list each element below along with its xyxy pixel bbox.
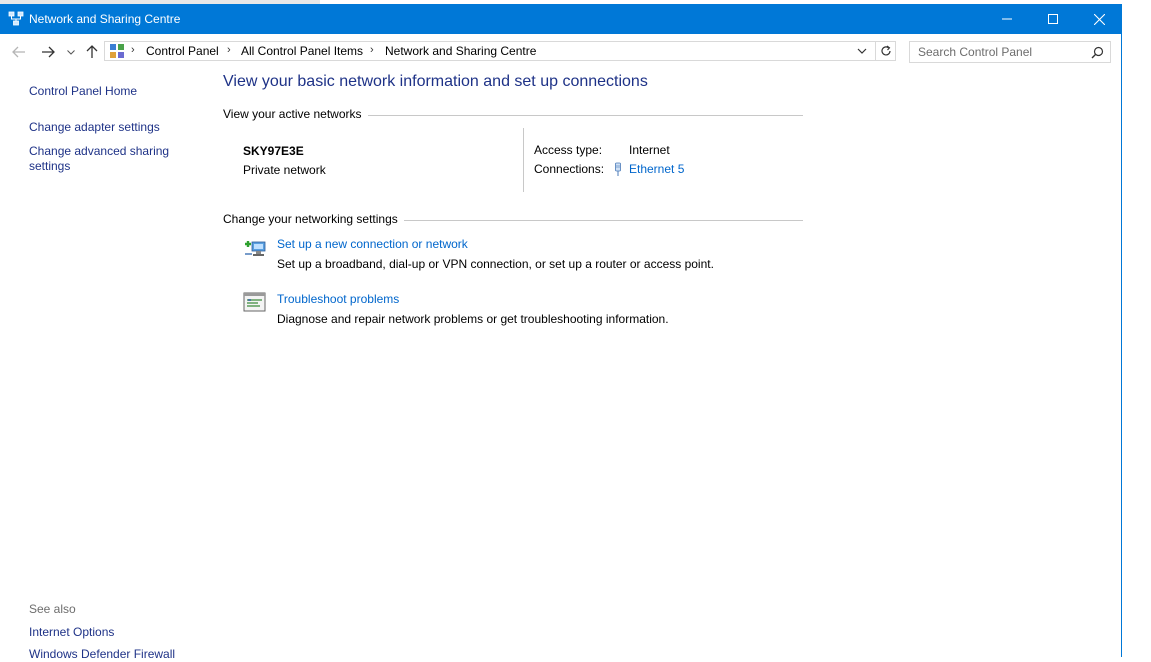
close-button[interactable] [1076,4,1122,34]
windows-defender-firewall-link[interactable]: Windows Defender Firewall [29,647,175,662]
search-placeholder: Search Control Panel [918,45,1033,59]
active-networks-heading: View your active networks [223,107,368,121]
breadcrumb-all-items[interactable]: All Control Panel Items [241,44,363,58]
connections-label: Connections: [534,162,605,176]
setup-connection-link[interactable]: Set up a new connection or network [277,237,468,251]
refresh-icon [880,45,891,56]
see-also-heading: See also [29,602,76,616]
navigation-bar: › Control Panel › All Control Panel Item… [0,34,1122,70]
setup-connection-description: Set up a broadband, dial-up or VPN conne… [277,257,714,271]
internet-options-link[interactable]: Internet Options [29,625,114,640]
change-adapter-settings-link[interactable]: Change adapter settings [29,120,160,135]
troubleshoot-link[interactable]: Troubleshoot problems [277,292,399,306]
arrow-right-icon [42,46,55,58]
minimize-icon [1002,18,1012,20]
vertical-divider [523,128,524,192]
up-button[interactable] [82,42,102,62]
chevron-down-icon [67,49,75,55]
breadcrumb-separator-icon[interactable]: › [370,44,374,56]
network-name: SKY97E3E [243,144,304,158]
page-title: View your basic network information and … [223,73,648,90]
access-type-value: Internet [629,143,670,157]
maximize-icon [1048,14,1058,24]
address-bar[interactable]: › Control Panel › All Control Panel Item… [104,41,876,61]
back-button[interactable] [9,42,29,62]
link-line-2: settings [29,159,71,173]
search-input[interactable]: Search Control Panel [909,41,1111,63]
change-advanced-sharing-link[interactable]: Change advanced sharing settings [29,144,169,174]
window-title: Network and Sharing Centre [29,12,181,26]
breadcrumb-control-panel[interactable]: Control Panel [146,44,219,58]
troubleshoot-icon [243,292,266,312]
link-line-1: Change advanced sharing [29,144,170,158]
ethernet-connection-link[interactable]: Ethernet 5 [629,162,684,176]
title-bar[interactable]: Network and Sharing Centre [0,4,1122,34]
chevron-down-icon[interactable] [857,45,867,57]
network-type: Private network [243,163,326,177]
network-sharing-window: Network and Sharing Centre › Control Pan… [0,4,1122,661]
breadcrumb-separator-icon[interactable]: › [227,44,231,56]
search-icon[interactable] [1091,46,1104,59]
access-type-label: Access type: [534,143,603,157]
ethernet-icon [615,162,621,176]
forward-button[interactable] [38,42,58,62]
arrow-up-icon [86,45,98,58]
minimize-button[interactable] [984,4,1030,34]
recent-locations-button[interactable] [62,42,80,62]
network-icon [8,11,24,26]
control-panel-home-link[interactable]: Control Panel Home [29,84,137,99]
breadcrumb-network-sharing[interactable]: Network and Sharing Centre [385,44,536,58]
new-connection-icon [245,241,266,256]
desktop-background [1124,0,1151,657]
breadcrumb-separator-icon: › [131,44,135,56]
arrow-left-icon [12,46,25,58]
refresh-button[interactable] [876,41,896,61]
networking-settings-heading: Change your networking settings [223,212,404,226]
maximize-button[interactable] [1030,4,1076,34]
control-panel-icon [110,44,124,58]
troubleshoot-description: Diagnose and repair network problems or … [277,312,669,326]
close-icon [1093,13,1105,25]
